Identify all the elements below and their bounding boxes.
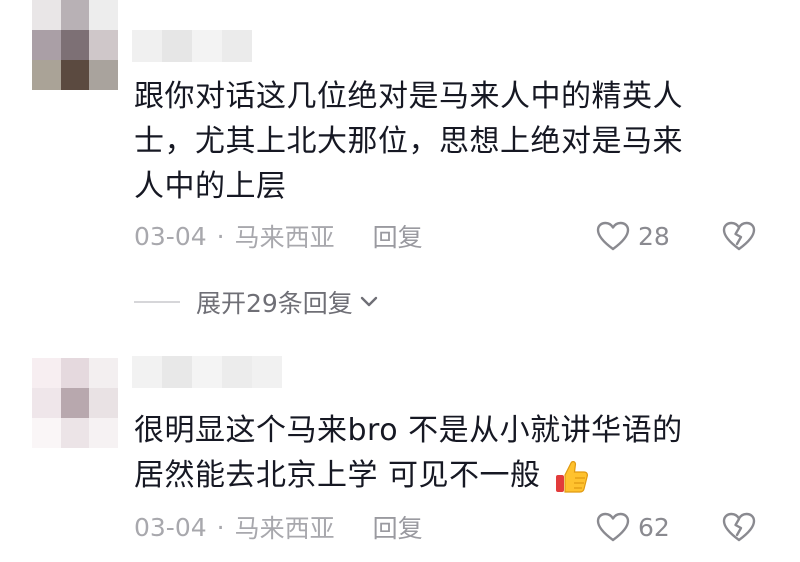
reply-button[interactable]: 回复 bbox=[373, 509, 423, 545]
like-button[interactable]: 28 bbox=[596, 216, 670, 256]
username-blurred[interactable] bbox=[132, 30, 252, 62]
dislike-button[interactable] bbox=[722, 507, 756, 547]
expand-replies-button[interactable]: 展开29条回复 bbox=[134, 282, 379, 322]
heart-outline-icon bbox=[596, 512, 630, 542]
like-button[interactable]: 62 bbox=[596, 507, 670, 547]
reply-button[interactable]: 回复 bbox=[373, 218, 423, 254]
comment-meta: 03-04 · 马来西亚 回复 bbox=[134, 507, 423, 547]
broken-heart-icon bbox=[722, 221, 756, 251]
heart-outline-icon bbox=[596, 221, 630, 251]
like-count: 62 bbox=[638, 512, 670, 542]
comment-meta: 03-04 · 马来西亚 回复 bbox=[134, 216, 423, 256]
divider-line bbox=[134, 301, 180, 303]
comment-line: 很明显这个马来bro 不是从小就讲华语的 bbox=[134, 413, 683, 448]
comment-line: 居然能去北京上学 可见不一般 bbox=[134, 458, 541, 493]
broken-heart-icon bbox=[722, 512, 756, 542]
username-blurred[interactable] bbox=[132, 356, 282, 388]
meta-separator: · bbox=[216, 221, 225, 251]
comment-location: 马来西亚 bbox=[234, 223, 335, 252]
comment-line-with-emoji: 居然能去北京上学 可见不一般 bbox=[134, 453, 744, 498]
avatar[interactable] bbox=[32, 0, 118, 90]
chevron-down-icon bbox=[360, 296, 378, 307]
comment-date: 03-04 bbox=[134, 512, 207, 542]
comment-date: 03-04 bbox=[134, 221, 207, 251]
comment-text: 跟你对话这几位绝对是马来人中的精英人 士，尤其上北大那位，思想上绝对是马来 人中… bbox=[134, 74, 744, 209]
comment-location: 马来西亚 bbox=[234, 514, 335, 543]
dislike-button[interactable] bbox=[722, 216, 756, 256]
comment-line: 人中的上层 bbox=[134, 169, 287, 204]
like-count: 28 bbox=[638, 221, 670, 251]
expand-replies-label: 展开29条回复 bbox=[196, 289, 353, 318]
thumbs-up-emoji bbox=[555, 460, 588, 493]
avatar[interactable] bbox=[32, 358, 118, 448]
comment-text: 很明显这个马来bro 不是从小就讲华语的 居然能去北京上学 可见不一般 bbox=[134, 408, 744, 498]
comment-line: 士，尤其上北大那位，思想上绝对是马来 bbox=[134, 124, 683, 159]
comment-line: 跟你对话这几位绝对是马来人中的精英人 bbox=[134, 79, 683, 114]
meta-separator: · bbox=[216, 512, 225, 542]
